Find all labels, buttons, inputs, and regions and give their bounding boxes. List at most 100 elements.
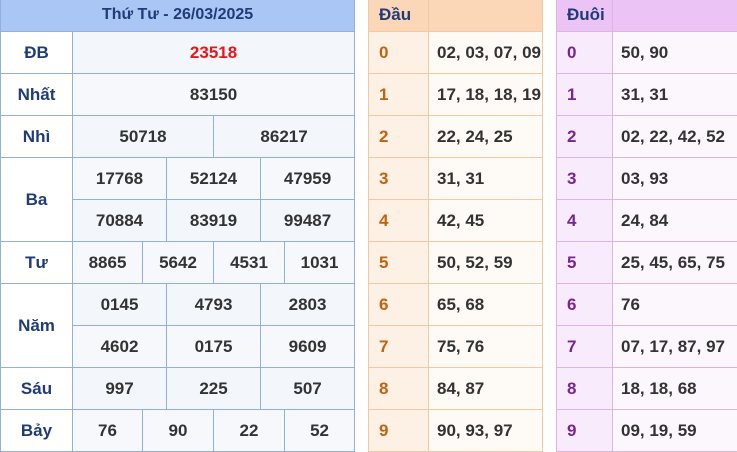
dau-row: 884, 87	[369, 368, 543, 410]
prize-label: Nhất	[1, 74, 73, 116]
dau-values: 22, 24, 25	[429, 116, 543, 158]
dau-values: 65, 68	[429, 284, 543, 326]
dau-key: 5	[369, 242, 429, 284]
prize-number: 70884	[73, 200, 167, 242]
dau-table: Đầu 002, 03, 07, 09 117, 18, 18, 19 222,…	[368, 0, 543, 452]
prize-number: 52124	[167, 158, 261, 200]
duoi-row: 424, 84	[557, 200, 737, 242]
dau-key: 2	[369, 116, 429, 158]
prize-label: Tư	[1, 242, 73, 284]
duoi-key: 5	[557, 242, 613, 284]
dau-row: 990, 93, 97	[369, 410, 543, 452]
dau-row: 442, 45	[369, 200, 543, 242]
duoi-row: 909, 19, 59	[557, 410, 737, 452]
prize-number: 50718	[73, 116, 214, 158]
prize-number: 86217	[214, 116, 355, 158]
dau-header-row: Đầu	[369, 0, 543, 32]
dau-row: 665, 68	[369, 284, 543, 326]
prize-row-bay: Bảy 76 90 22 52	[1, 410, 355, 452]
dau-key: 9	[369, 410, 429, 452]
special-prize-number: 23518	[73, 32, 355, 74]
dau-row: 550, 52, 59	[369, 242, 543, 284]
duoi-row: 303, 93	[557, 158, 737, 200]
duoi-row: 525, 45, 65, 75	[557, 242, 737, 284]
prize-number: 90	[143, 410, 214, 452]
prize-number: 76	[73, 410, 143, 452]
results-header-row: Thứ Tư - 26/03/2025	[1, 0, 355, 32]
dau-values: 90, 93, 97	[429, 410, 543, 452]
dau-key: 7	[369, 326, 429, 368]
dau-row: 331, 31	[369, 158, 543, 200]
duoi-table: Đuôi 050, 90 131, 31 202, 22, 42, 52 303…	[556, 0, 737, 452]
duoi-key: 2	[557, 116, 613, 158]
duoi-values: 09, 19, 59	[613, 410, 737, 452]
prize-label: Ba	[1, 158, 73, 242]
duoi-key: 1	[557, 74, 613, 116]
duoi-header-blank	[613, 0, 737, 32]
dau-header-blank	[429, 0, 543, 32]
prize-number: 4793	[167, 284, 261, 326]
duoi-key: 4	[557, 200, 613, 242]
prize-number: 507	[261, 368, 355, 410]
duoi-row: 818, 18, 68	[557, 368, 737, 410]
prize-number: 83150	[73, 74, 355, 116]
duoi-values: 31, 31	[613, 74, 737, 116]
duoi-values: 03, 93	[613, 158, 737, 200]
prize-row-nhi: Nhì 50718 86217	[1, 116, 355, 158]
prize-number: 0145	[73, 284, 167, 326]
prize-label: ĐB	[1, 32, 73, 74]
dau-row: 002, 03, 07, 09	[369, 32, 543, 74]
dau-header: Đầu	[369, 0, 429, 32]
dau-row: 222, 24, 25	[369, 116, 543, 158]
duoi-key: 7	[557, 326, 613, 368]
dau-values: 17, 18, 18, 19	[429, 74, 543, 116]
prize-row-db: ĐB 23518	[1, 32, 355, 74]
dau-key: 3	[369, 158, 429, 200]
dau-key: 1	[369, 74, 429, 116]
prize-number: 4531	[214, 242, 285, 284]
dau-key: 4	[369, 200, 429, 242]
dau-row: 117, 18, 18, 19	[369, 74, 543, 116]
duoi-key: 3	[557, 158, 613, 200]
duoi-key: 8	[557, 368, 613, 410]
duoi-row: 707, 17, 87, 97	[557, 326, 737, 368]
duoi-header-row: Đuôi	[557, 0, 737, 32]
dau-values: 02, 03, 07, 09	[429, 32, 543, 74]
duoi-values: 18, 18, 68	[613, 368, 737, 410]
duoi-key: 9	[557, 410, 613, 452]
dau-key: 0	[369, 32, 429, 74]
duoi-values: 24, 84	[613, 200, 737, 242]
duoi-header: Đuôi	[557, 0, 613, 32]
prize-number: 8865	[73, 242, 143, 284]
duoi-values: 07, 17, 87, 97	[613, 326, 737, 368]
prize-number: 2803	[261, 284, 355, 326]
duoi-key: 0	[557, 32, 613, 74]
duoi-key: 6	[557, 284, 613, 326]
duoi-row: 050, 90	[557, 32, 737, 74]
duoi-values: 50, 90	[613, 32, 737, 74]
dau-row: 775, 76	[369, 326, 543, 368]
dau-key: 6	[369, 284, 429, 326]
prize-label: Bảy	[1, 410, 73, 452]
prize-number: 17768	[73, 158, 167, 200]
dau-values: 42, 45	[429, 200, 543, 242]
duoi-values: 02, 22, 42, 52	[613, 116, 737, 158]
prize-number: 9609	[261, 326, 355, 368]
prize-number: 0175	[167, 326, 261, 368]
dau-key: 8	[369, 368, 429, 410]
prize-number: 5642	[143, 242, 214, 284]
prize-number: 83919	[167, 200, 261, 242]
duoi-values: 76	[613, 284, 737, 326]
prize-row-ba: Ba 17768 52124 47959	[1, 158, 355, 200]
dau-values: 75, 76	[429, 326, 543, 368]
dau-values: 31, 31	[429, 158, 543, 200]
prize-number: 52	[285, 410, 355, 452]
results-table: Thứ Tư - 26/03/2025 ĐB 23518 Nhất 83150 …	[0, 0, 354, 452]
prize-label: Sáu	[1, 368, 73, 410]
prize-label: Nhì	[1, 116, 73, 158]
duoi-row: 202, 22, 42, 52	[557, 116, 737, 158]
duoi-row: 676	[557, 284, 737, 326]
prize-label: Năm	[1, 284, 73, 368]
prize-row-nam: Năm 0145 4793 2803	[1, 284, 355, 326]
prize-row-tu: Tư 8865 5642 4531 1031	[1, 242, 355, 284]
